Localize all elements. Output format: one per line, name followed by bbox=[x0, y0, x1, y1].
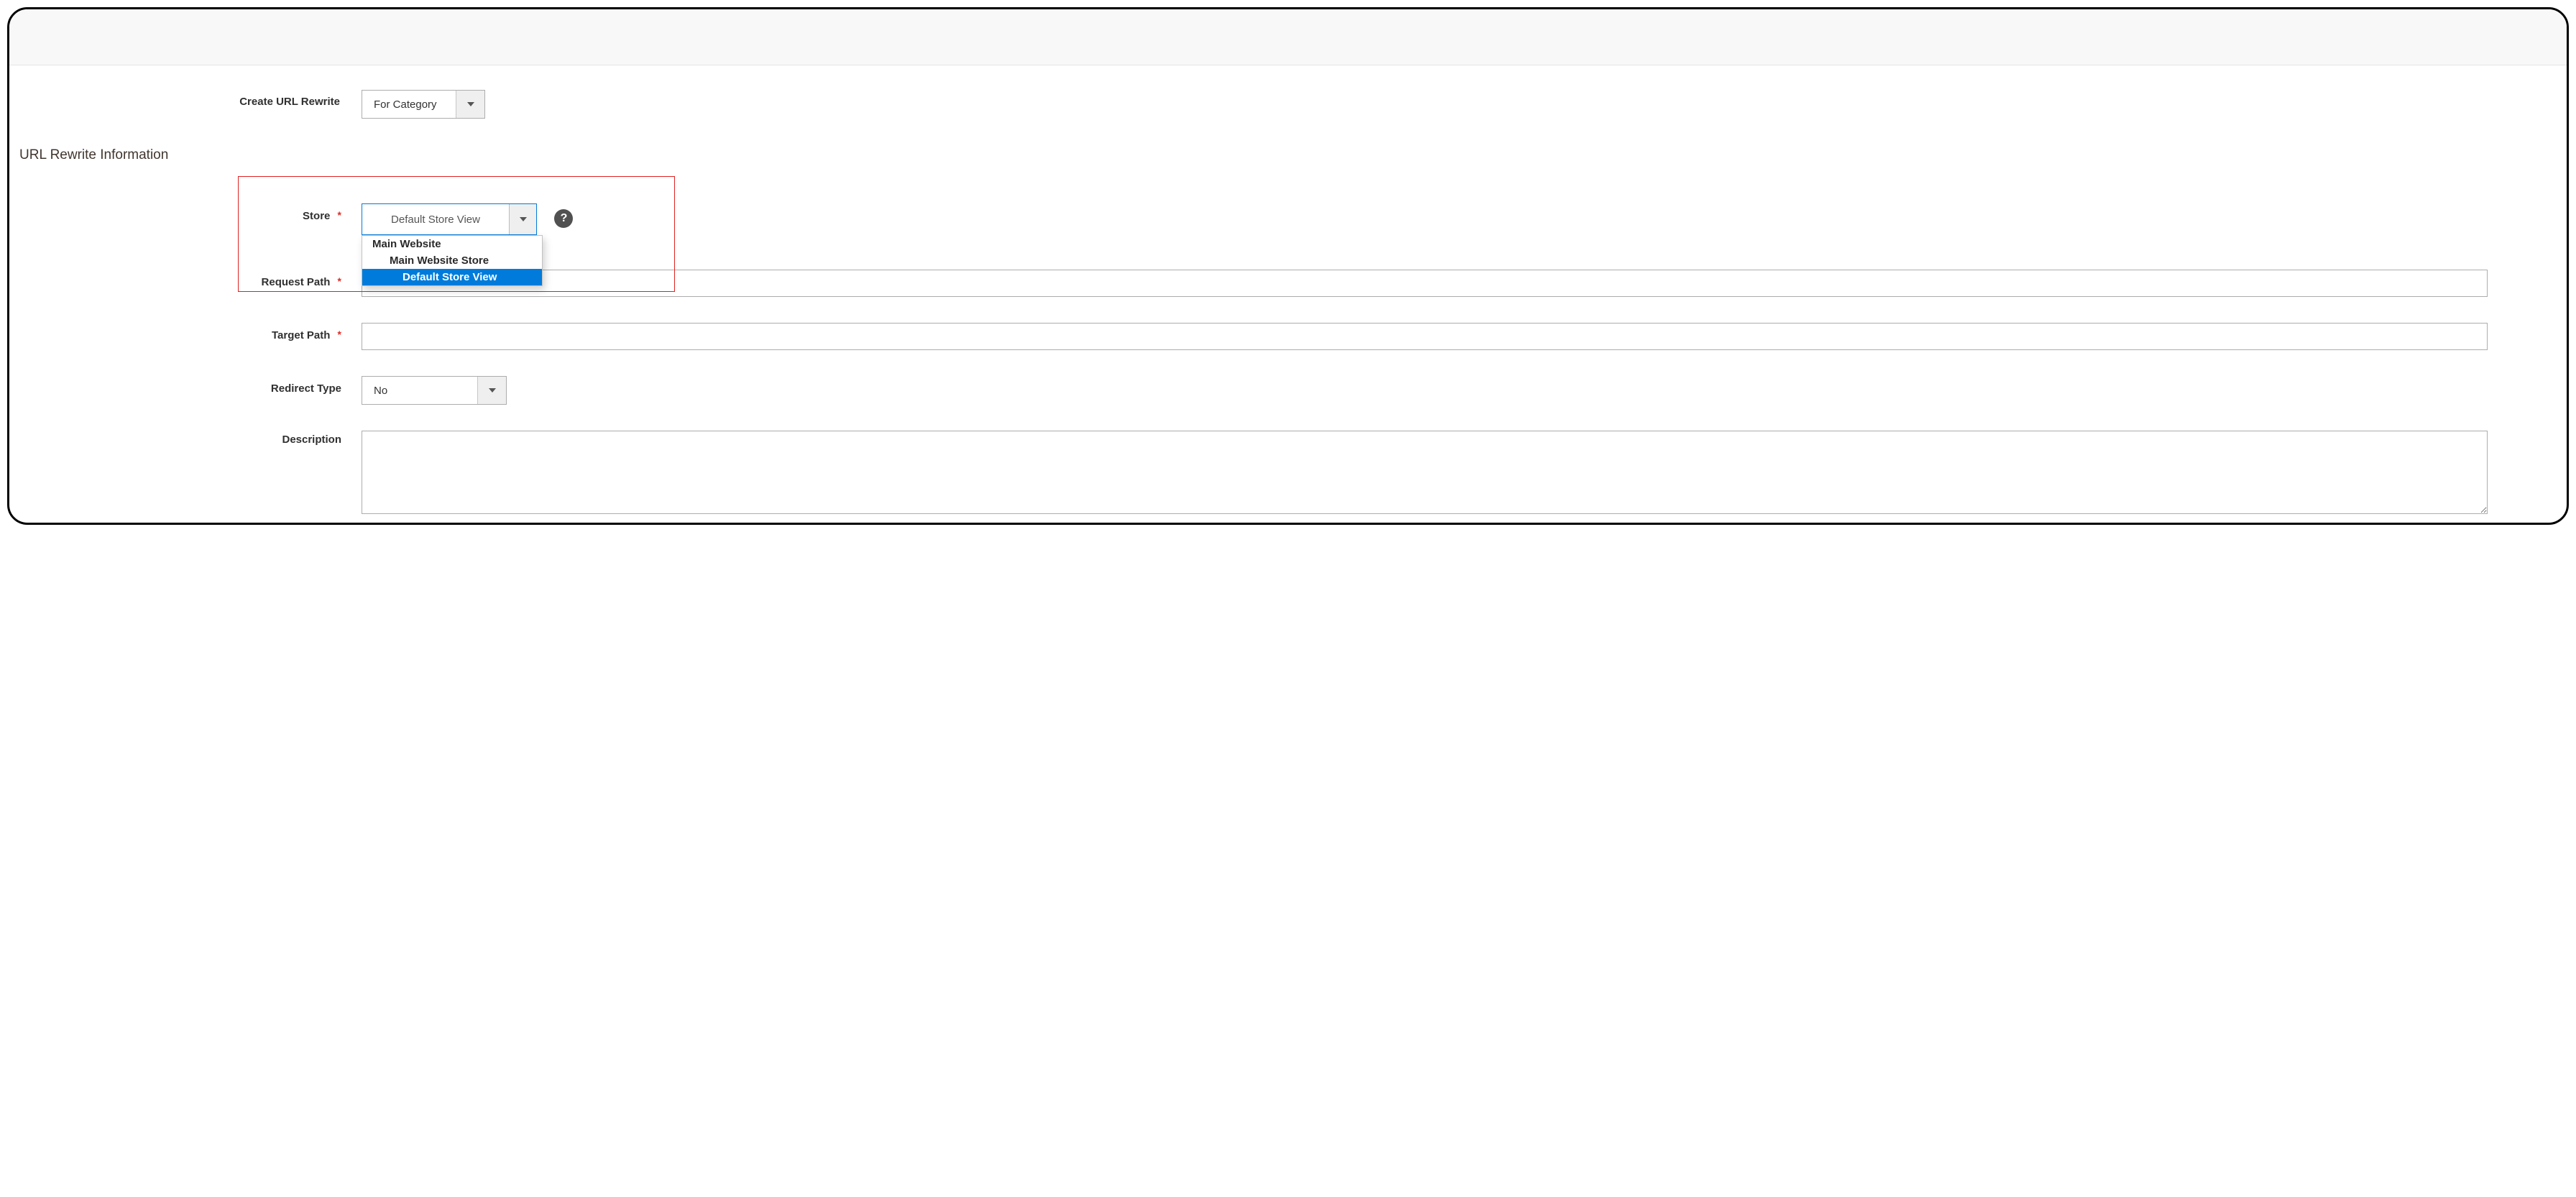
create-url-rewrite-field: For Category bbox=[362, 90, 2567, 119]
store-field-col: Default Store View ? Main Website Main W… bbox=[362, 203, 2567, 235]
target-path-field-col bbox=[362, 323, 2567, 350]
request-path-label-col: Request Path * bbox=[9, 270, 362, 288]
store-row: Store * Default Store View ? Main bbox=[9, 191, 2567, 257]
help-icon[interactable]: ? bbox=[554, 209, 573, 228]
form-content: Create URL Rewrite For Category URL Rewr… bbox=[9, 90, 2567, 525]
form-area: Store * Default Store View ? Main bbox=[9, 176, 2567, 525]
description-label: Description bbox=[282, 434, 341, 446]
redirect-type-label-col: Redirect Type bbox=[9, 376, 362, 395]
window-frame: Create URL Rewrite For Category URL Rewr… bbox=[7, 7, 2569, 525]
request-path-label: Request Path bbox=[262, 276, 331, 288]
create-url-rewrite-select[interactable]: For Category bbox=[362, 90, 485, 119]
redirect-type-select[interactable]: No bbox=[362, 376, 507, 405]
target-path-label-col: Target Path * bbox=[9, 323, 362, 341]
top-banner bbox=[9, 9, 2567, 65]
required-asterisk: * bbox=[338, 275, 341, 287]
target-path-row: Target Path * bbox=[9, 310, 2567, 363]
redirect-type-toggle[interactable] bbox=[477, 377, 506, 404]
redirect-type-value: No bbox=[362, 377, 477, 404]
request-path-field-col bbox=[362, 270, 2567, 297]
store-option-main-website-store[interactable]: Main Website Store bbox=[362, 252, 542, 269]
redirect-type-field-col: No bbox=[362, 376, 2567, 405]
store-option-main-website[interactable]: Main Website bbox=[362, 236, 542, 252]
chevron-down-icon bbox=[467, 102, 474, 106]
target-path-label: Target Path bbox=[272, 329, 330, 341]
create-url-rewrite-row: Create URL Rewrite For Category bbox=[9, 90, 2567, 119]
store-dropdown: Main Website Main Website Store Default … bbox=[362, 235, 543, 286]
description-label-col: Description bbox=[9, 431, 362, 446]
chevron-down-icon bbox=[520, 217, 527, 221]
redirect-type-row: Redirect Type No bbox=[9, 363, 2567, 418]
description-row: Description bbox=[9, 418, 2567, 525]
store-select-toggle[interactable] bbox=[509, 204, 536, 234]
request-path-input[interactable] bbox=[362, 270, 2488, 297]
create-url-rewrite-value: For Category bbox=[362, 91, 456, 118]
create-url-rewrite-toggle[interactable] bbox=[456, 91, 484, 118]
store-option-default-store-view[interactable]: Default Store View bbox=[362, 269, 542, 285]
chevron-down-icon bbox=[489, 388, 496, 393]
store-select-value: Default Store View bbox=[362, 204, 509, 234]
description-field-col bbox=[362, 431, 2567, 518]
required-asterisk: * bbox=[338, 329, 341, 340]
redirect-type-label: Redirect Type bbox=[271, 382, 341, 395]
store-label: Store bbox=[303, 210, 330, 222]
required-asterisk: * bbox=[338, 209, 341, 221]
section-title: URL Rewrite Information bbox=[9, 145, 2567, 176]
store-select[interactable]: Default Store View bbox=[362, 203, 537, 235]
create-url-rewrite-label: Create URL Rewrite bbox=[9, 90, 362, 108]
store-label-col: Store * bbox=[9, 203, 362, 222]
description-textarea[interactable] bbox=[362, 431, 2488, 514]
target-path-input[interactable] bbox=[362, 323, 2488, 350]
